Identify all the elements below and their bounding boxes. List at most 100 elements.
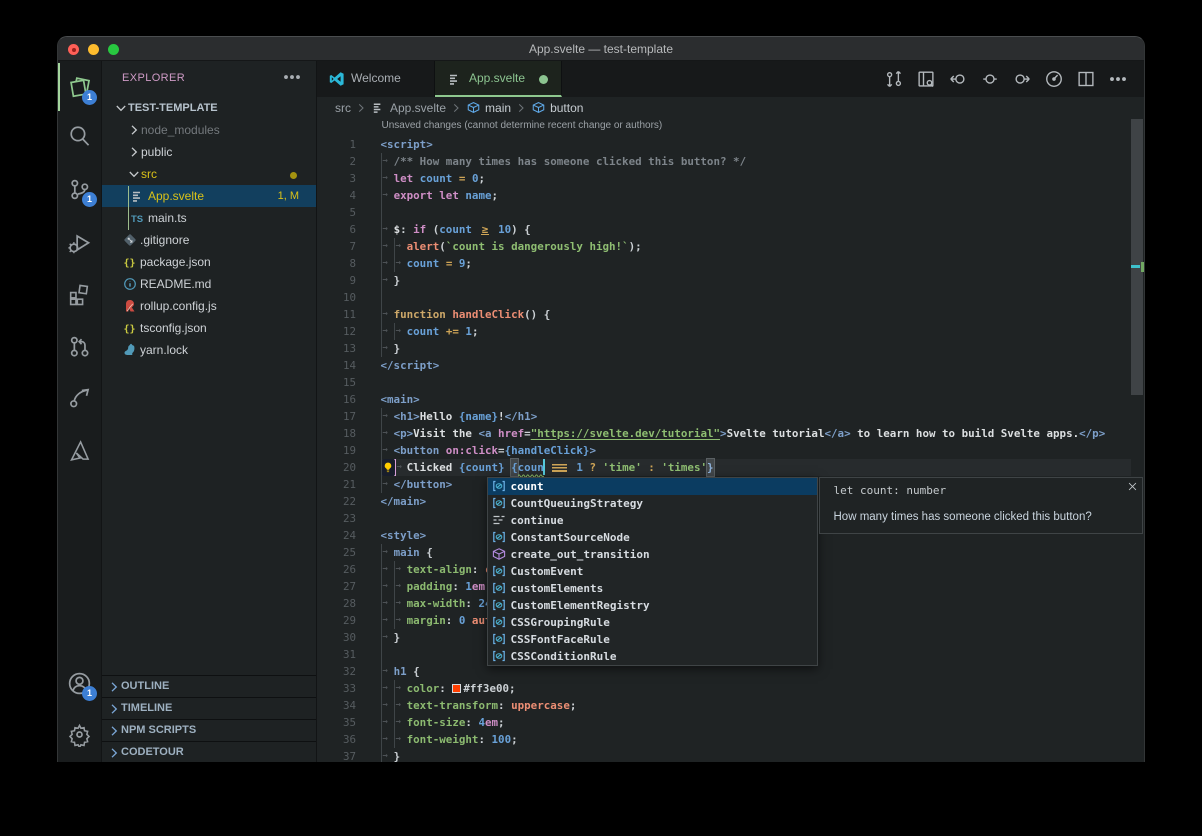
line-number: 14 <box>317 357 358 374</box>
tree-item-public[interactable]: public <box>102 141 316 163</box>
more-actions-icon[interactable] <box>282 67 302 87</box>
activity-bar-item-github-pull-requests[interactable] <box>67 334 92 359</box>
tree-item-main.ts[interactable]: TSmain.ts <box>102 207 316 229</box>
modified-dot <box>290 172 297 179</box>
code-line-11[interactable]: 11function handleClick() { <box>317 306 1145 323</box>
tree-item-rollup.config.js[interactable]: rollup.config.js <box>102 295 316 317</box>
open-preview-icon[interactable] <box>916 69 936 89</box>
code-line-4[interactable]: 4export let name; <box>317 187 1145 204</box>
code-line-19[interactable]: 19<button on:click={handleClick}> <box>317 442 1145 459</box>
activity-bar-item-settings[interactable] <box>67 722 92 747</box>
activity-bar-item-run-debug[interactable] <box>67 231 92 256</box>
code-line-14[interactable]: 14</script> <box>317 357 1145 374</box>
code-line-18[interactable]: 18<p>Visit the <a href="https://svelte.d… <box>317 425 1145 442</box>
lightbulb-icon[interactable] <box>382 459 395 476</box>
activity-bar-item-accounts[interactable]: 1 <box>67 671 92 696</box>
tour-back-icon[interactable] <box>948 69 968 89</box>
code-line-34[interactable]: 34text-transform: uppercase; <box>317 697 1145 714</box>
line-number: 24 <box>317 527 358 544</box>
unsaved-dot-icon[interactable] <box>539 75 548 84</box>
tab-app-svelte[interactable]: App.svelte <box>435 61 562 97</box>
activity-bar-item-extensions[interactable] <box>67 283 92 308</box>
code-line-12[interactable]: 12count += 1; <box>317 323 1145 340</box>
code-line-5[interactable]: 5 <box>317 204 1145 221</box>
activity-bar-item-explorer[interactable]: 1 <box>67 75 92 100</box>
activity-bar-item-live-share[interactable] <box>67 385 92 410</box>
suggest-item-customElements[interactable]: customElements <box>488 580 817 597</box>
line-number: 16 <box>317 391 358 408</box>
whitespace-tab <box>381 731 394 748</box>
code-line-33[interactable]: 33color: #ff3e00; <box>317 680 1145 697</box>
tree-item-App.svelte[interactable]: App.svelte1, M <box>102 185 316 207</box>
breadcrumb-item[interactable]: button <box>550 101 583 115</box>
indent-guide <box>381 204 394 221</box>
symbol-variable-icon <box>491 648 507 664</box>
breadcrumb-item[interactable]: App.svelte <box>390 101 446 115</box>
breadcrumb-item[interactable]: src <box>335 101 351 115</box>
badge: 1 <box>82 686 97 701</box>
breadcrumb[interactable]: src App.svelte main button <box>317 97 1145 118</box>
code-line-2[interactable]: 2/** How many times has someone clicked … <box>317 153 1145 170</box>
tour-forward-icon[interactable] <box>1012 69 1032 89</box>
code-line-37[interactable]: 37} <box>317 748 1145 763</box>
code-line-10[interactable]: 10 <box>317 289 1145 306</box>
tree-item-README.md[interactable]: README.md <box>102 273 316 295</box>
sidebar-section-npm-scripts[interactable]: NPM SCRIPTS <box>102 719 316 741</box>
split-editor-icon[interactable] <box>1076 69 1096 89</box>
tree-item-.gitignore[interactable]: .gitignore <box>102 229 316 251</box>
code-line-1[interactable]: 1<script> <box>317 136 1145 153</box>
suggest-item-CustomElementRegistry[interactable]: CustomElementRegistry <box>488 597 817 614</box>
code-line-7[interactable]: 7alert(`count is dangerously high!`); <box>317 238 1145 255</box>
line-number: 6 <box>317 221 358 238</box>
yarn-file-icon <box>122 342 138 358</box>
tree-item-yarn.lock[interactable]: yarn.lock <box>102 339 316 361</box>
activity-bar-item-search[interactable] <box>67 123 92 148</box>
tree-item-tsconfig.json[interactable]: {}tsconfig.json <box>102 317 316 339</box>
suggest-item-CustomEvent[interactable]: CustomEvent <box>488 563 817 580</box>
tour-play-icon[interactable] <box>1044 69 1064 89</box>
suggest-item-CSSConditionRule[interactable]: CSSConditionRule <box>488 648 817 665</box>
suggest-item-CSSFontFaceRule[interactable]: CSSFontFaceRule <box>488 631 817 648</box>
suggest-item-ConstantSourceNode[interactable]: ConstantSourceNode <box>488 529 817 546</box>
tour-stop-icon[interactable] <box>980 69 1000 89</box>
tab-welcome[interactable]: Welcome <box>317 61 435 97</box>
close-icon[interactable] <box>1127 481 1138 492</box>
code-editor[interactable]: Unsaved changes (cannot determine recent… <box>317 118 1145 762</box>
suggest-item-CSSGroupingRule[interactable]: CSSGroupingRule <box>488 614 817 631</box>
titlebar[interactable]: App.svelte — test-template <box>58 37 1144 61</box>
code-line-36[interactable]: 36font-weight: 100; <box>317 731 1145 748</box>
desktop-background: App.svelte — test-template 111 EXPLORER … <box>0 0 1202 836</box>
sidebar-section-timeline[interactable]: TIMELINE <box>102 697 316 719</box>
open-changes-icon[interactable] <box>884 69 904 89</box>
suggest-item-CountQueuingStrategy[interactable]: CountQueuingStrategy <box>488 495 817 512</box>
tree-item-node_modules[interactable]: node_modules <box>102 119 316 141</box>
symbol-variable-icon <box>491 614 507 630</box>
suggest-item-create_out_transition[interactable]: create_out_transition <box>488 546 817 563</box>
code-line-16[interactable]: 16<main> <box>317 391 1145 408</box>
code-line-15[interactable]: 15 <box>317 374 1145 391</box>
tree-item-src[interactable]: src <box>102 163 316 185</box>
code-line-13[interactable]: 13} <box>317 340 1145 357</box>
code-line-3[interactable]: 3let count = 0; <box>317 170 1145 187</box>
line-number: 35 <box>317 714 358 731</box>
code-line-8[interactable]: 8count = 9; <box>317 255 1145 272</box>
activity-bar-item-source-control[interactable]: 1 <box>67 177 92 202</box>
tree-item-package.json[interactable]: {}package.json <box>102 251 316 273</box>
color-swatch[interactable] <box>452 684 461 693</box>
code-line-20[interactable]: 20Clicked {count} {coun 1 ? 'time' : 'ti… <box>317 459 1145 476</box>
sidebar-section-outline[interactable]: OUTLINE <box>102 675 316 697</box>
code-line-9[interactable]: 9} <box>317 272 1145 289</box>
activity-bar-item-azure[interactable] <box>67 438 92 463</box>
code-line-35[interactable]: 35font-size: 4em; <box>317 714 1145 731</box>
suggest-item-continue[interactable]: continue <box>488 512 817 529</box>
editor-scrollbar[interactable] <box>1131 119 1143 395</box>
chevron-right-icon <box>126 144 142 160</box>
whitespace-tab <box>381 408 394 425</box>
code-line-17[interactable]: 17<h1>Hello {name}!</h1> <box>317 408 1145 425</box>
code-line-6[interactable]: 6$: if (count ≥ 10) { <box>317 221 1145 238</box>
more-icon[interactable] <box>1108 69 1128 89</box>
tree-root-TEST-TEMPLATE[interactable]: TEST-TEMPLATE <box>102 97 316 119</box>
breadcrumb-item[interactable]: main <box>485 101 511 115</box>
suggest-item-count[interactable]: count <box>488 478 817 495</box>
sidebar-section-codetour[interactable]: CODETOUR <box>102 741 316 762</box>
